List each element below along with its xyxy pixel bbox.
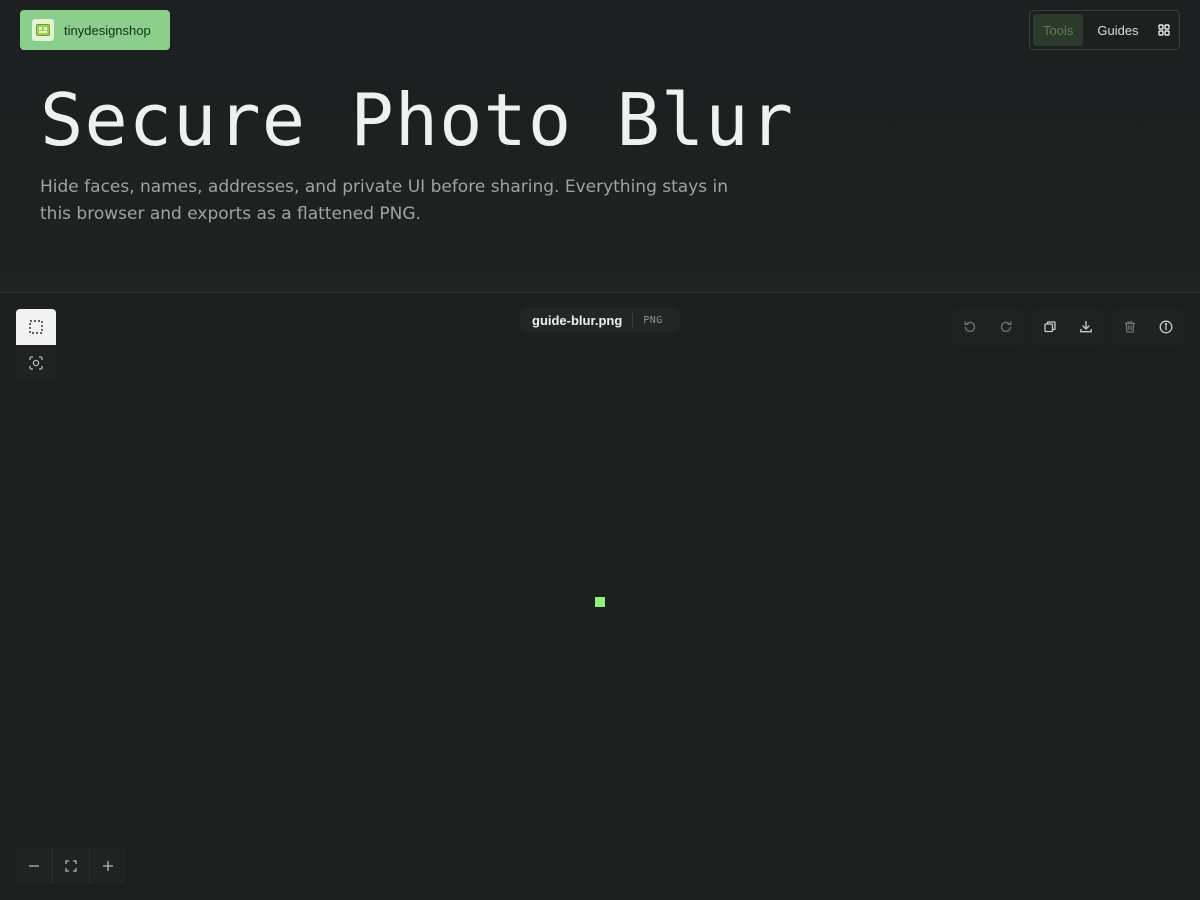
hero-header: tinydesignshop Tools Guides Secure Photo… xyxy=(0,0,1200,293)
tool-rail xyxy=(16,309,56,381)
nav-tools[interactable]: Tools xyxy=(1033,14,1084,46)
select-region-tool[interactable] xyxy=(16,309,56,345)
redo-button[interactable] xyxy=(988,309,1024,345)
zoom-out-button[interactable] xyxy=(16,848,53,884)
nav-guides[interactable]: Guides xyxy=(1087,14,1148,46)
grid-icon xyxy=(1158,24,1170,36)
brand-label: tinydesignshop xyxy=(64,22,151,38)
top-nav: Tools Guides xyxy=(1029,10,1180,50)
face-detect-tool[interactable] xyxy=(16,345,56,381)
editor-workspace[interactable]: guide-blur.png PNG xyxy=(0,293,1200,900)
file-name-chip: guide-blur.png PNG xyxy=(520,308,680,332)
canvas-marker xyxy=(595,597,605,607)
info-button[interactable] xyxy=(1148,309,1184,345)
page-title: Secure Photo Blur xyxy=(40,78,794,162)
page-subtitle: Hide faces, names, addresses, and privat… xyxy=(40,177,729,224)
apps-menu-button[interactable] xyxy=(1153,14,1176,46)
fit-screen-button[interactable] xyxy=(53,848,90,884)
file-name: guide-blur.png xyxy=(532,312,634,328)
action-toolbar xyxy=(952,309,1184,345)
delete-button[interactable] xyxy=(1112,309,1148,345)
zoom-out-icon xyxy=(27,859,41,873)
trash-icon xyxy=(1123,320,1137,334)
download-button[interactable] xyxy=(1068,309,1104,345)
fit-screen-icon xyxy=(64,859,78,873)
brand-home-link[interactable]: tinydesignshop xyxy=(20,10,170,50)
brand-logo-icon xyxy=(32,19,54,41)
copy-button[interactable] xyxy=(1032,309,1068,345)
zoom-controls xyxy=(16,848,126,884)
zoom-in-icon xyxy=(101,859,115,873)
file-type-badge: PNG xyxy=(643,314,663,326)
dashed-rect-icon xyxy=(29,320,43,334)
undo-icon xyxy=(963,320,977,334)
undo-button[interactable] xyxy=(952,309,988,345)
redo-icon xyxy=(999,320,1013,334)
info-icon xyxy=(1159,320,1173,334)
copy-icon xyxy=(1043,320,1057,334)
download-icon xyxy=(1079,320,1093,334)
history-group xyxy=(952,309,1024,345)
misc-actions-group xyxy=(1112,309,1184,345)
zoom-in-button[interactable] xyxy=(90,848,126,884)
file-actions-group xyxy=(1032,309,1104,345)
face-scan-icon xyxy=(29,356,43,370)
